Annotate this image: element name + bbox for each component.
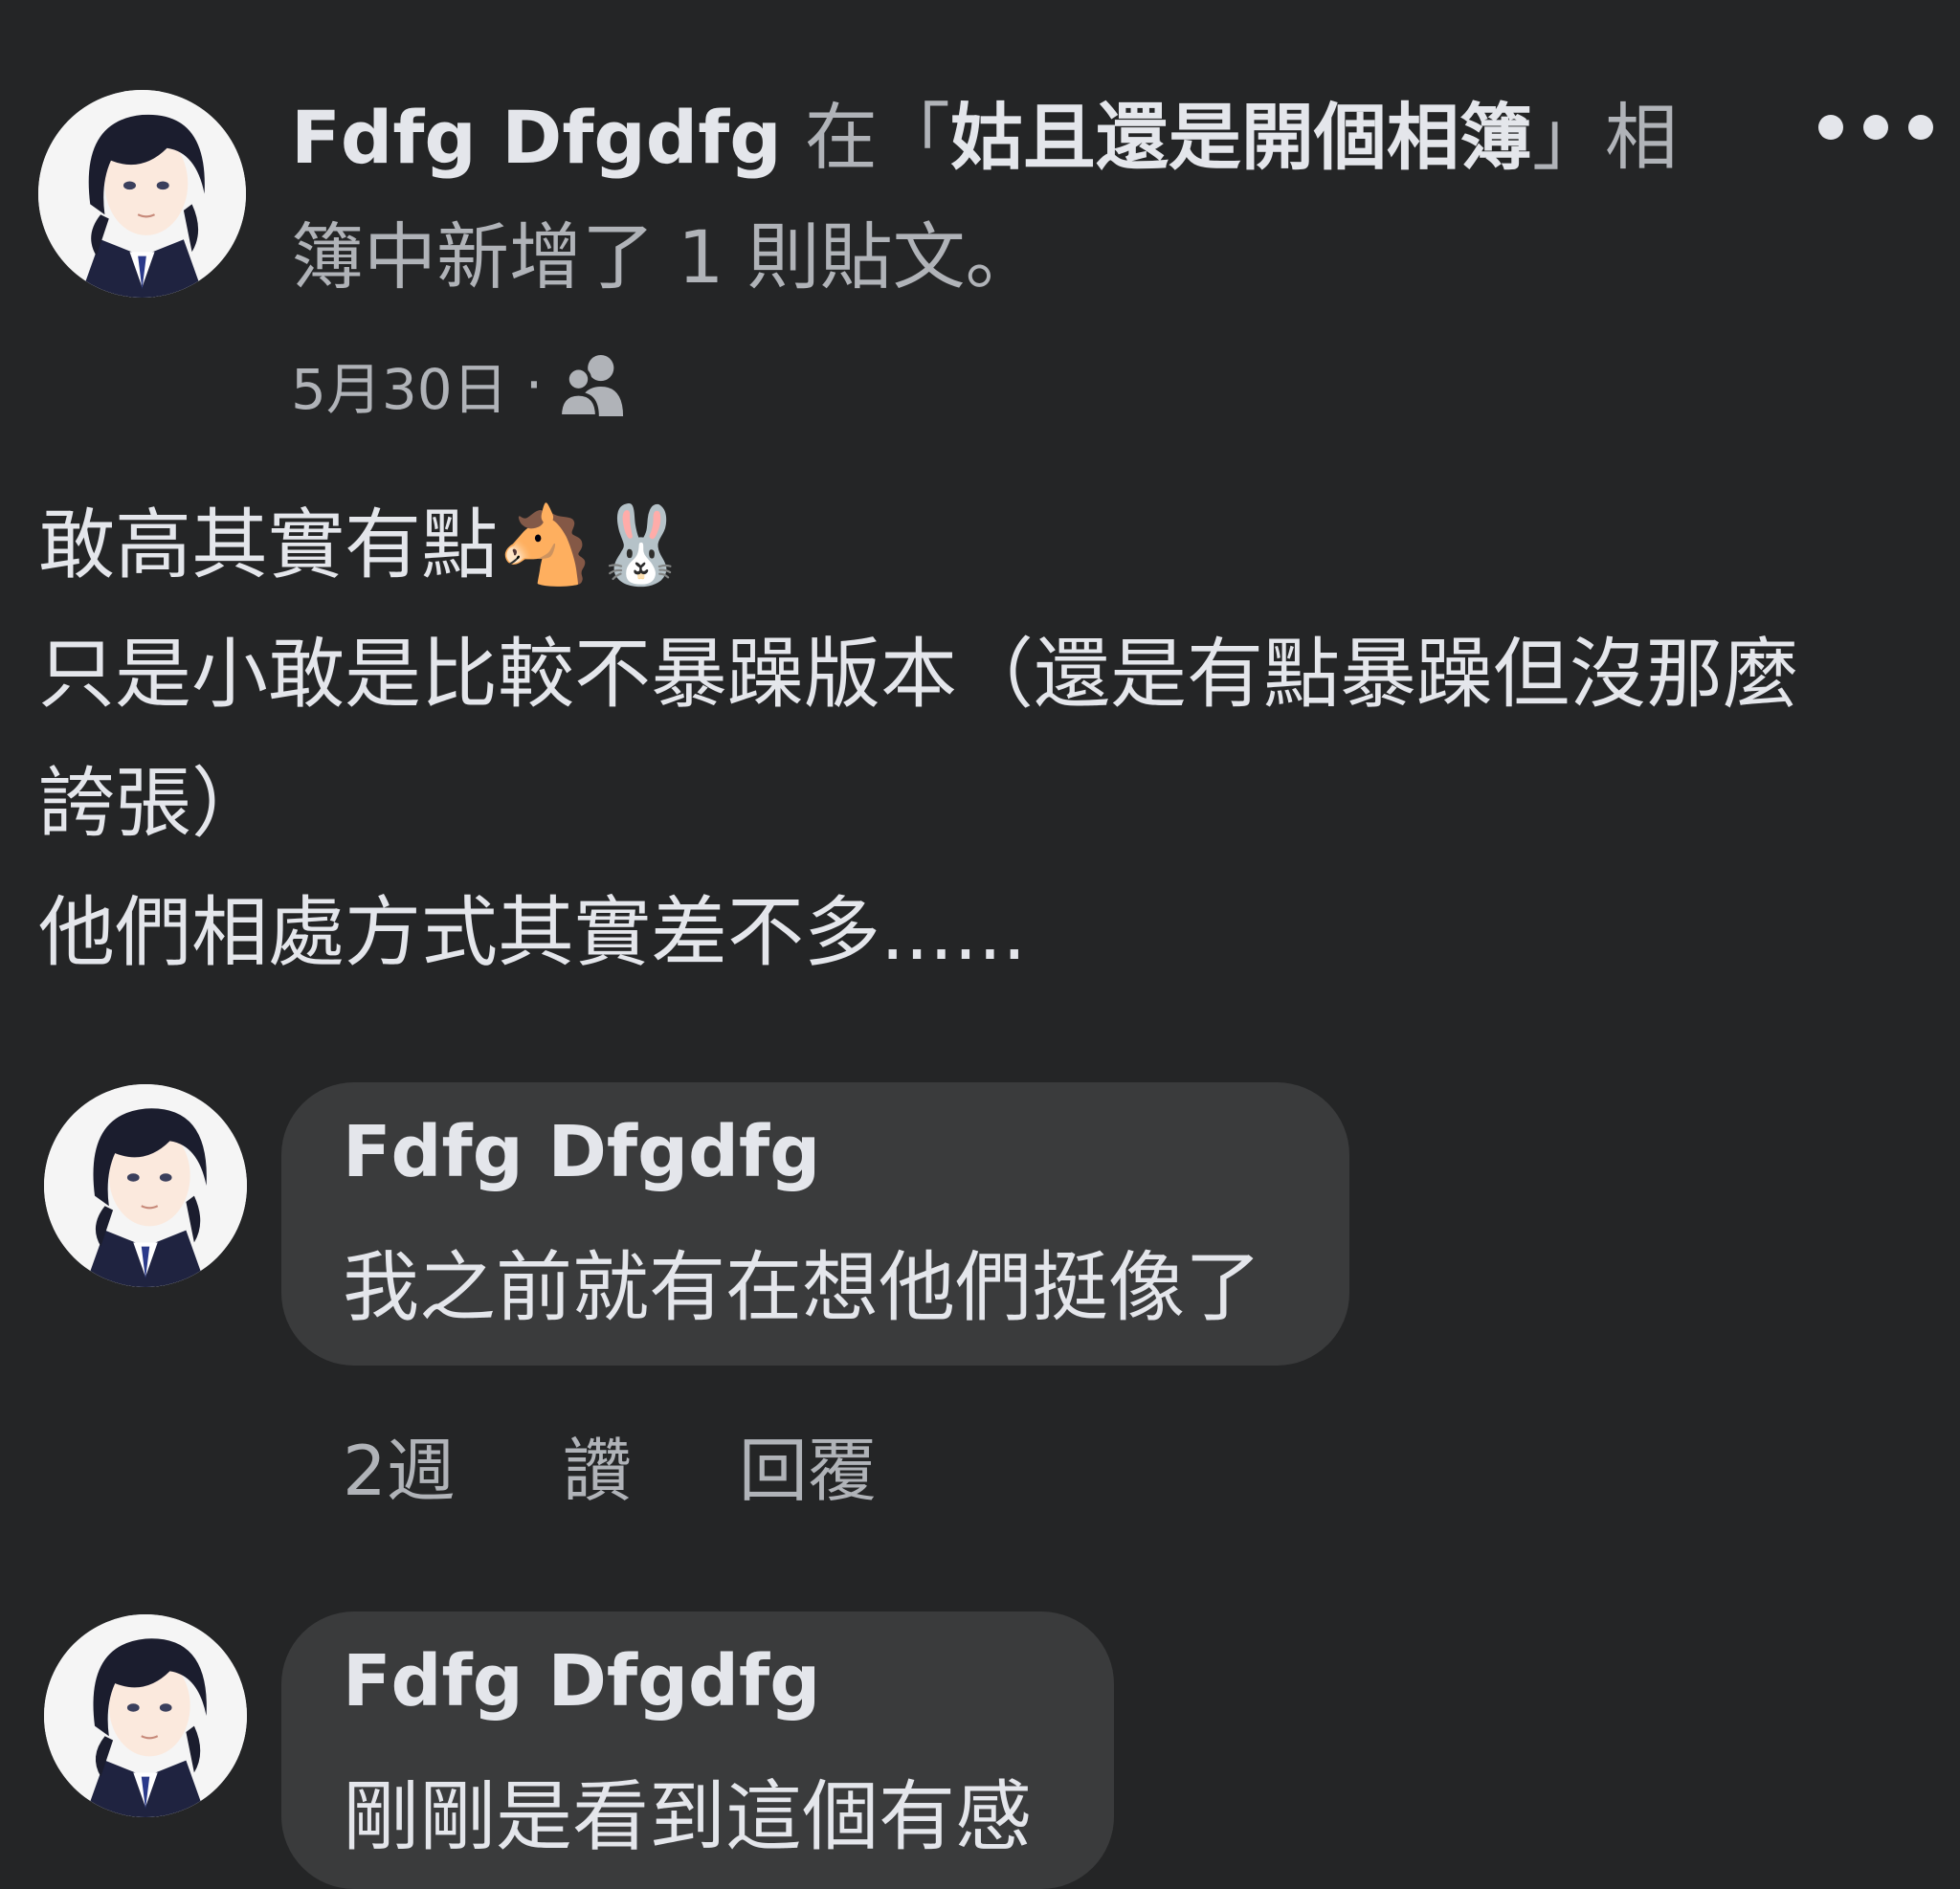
header-in-text: 在「 [804, 95, 950, 180]
post-body: 敢高其實有點🐴🐰 只是小敢是比較不暴躁版本（還是有點暴躁但沒那麼 誇張） 他們相… [38, 480, 1924, 997]
post-meta: 5月30日 · [291, 346, 627, 423]
more-horizontal-icon [1908, 115, 1933, 140]
author-avatar[interactable] [38, 90, 246, 298]
post-body-line: 只是小敢是比較不暴躁版本（還是有點暴躁但沒那麼 [38, 630, 1799, 719]
comment-text: 剛剛是看到這個有感 [343, 1772, 1032, 1861]
post-body-line: 他們相處方式其實差不多...... [38, 888, 1027, 977]
comment-time: 2週 [343, 1430, 456, 1511]
comment-bubble: Fdfg Dfgdfg 我之前就有在想他們挺像了 [281, 1082, 1349, 1366]
comment-actions: 2週 讚 回覆 [343, 1416, 984, 1512]
commenter-avatar[interactable] [44, 1084, 247, 1287]
avatar-illustration [38, 90, 246, 298]
friends-icon[interactable] [560, 353, 627, 416]
more-options-button[interactable] [1818, 103, 1933, 151]
avatar-illustration [44, 1084, 247, 1287]
commenter-avatar[interactable] [44, 1614, 247, 1817]
comment-author-link[interactable]: Fdfg Dfgdfg [343, 1640, 820, 1722]
comment-bubble: Fdfg Dfgdfg 剛剛是看到這個有感 [281, 1611, 1114, 1889]
post-header: Fdfg Dfgdfg 在「姑且還是開個相簿」相 [291, 78, 1678, 198]
reply-button[interactable]: 回覆 [739, 1414, 877, 1515]
avatar-illustration [44, 1614, 247, 1817]
more-horizontal-icon [1863, 115, 1888, 140]
more-horizontal-icon [1818, 115, 1843, 140]
album-name-link[interactable]: 姑且還是開個相簿 [950, 95, 1532, 180]
post-date-link[interactable]: 5月30日 [291, 344, 508, 425]
post-body-line: 敢高其實有點🐴🐰 [38, 500, 689, 589]
post-header-line2: 簿中新增了 1 則貼文。 [291, 214, 1038, 300]
header-close-text: 」相 [1531, 95, 1678, 180]
like-button[interactable]: 讚 [563, 1414, 632, 1515]
comment-text: 我之前就有在想他們挺像了 [343, 1243, 1261, 1332]
meta-separator: · [524, 352, 544, 417]
author-name-link[interactable]: Fdfg Dfgdfg [291, 95, 782, 180]
comment-author-link[interactable]: Fdfg Dfgdfg [343, 1111, 820, 1193]
post-body-line: 誇張） [38, 759, 268, 848]
